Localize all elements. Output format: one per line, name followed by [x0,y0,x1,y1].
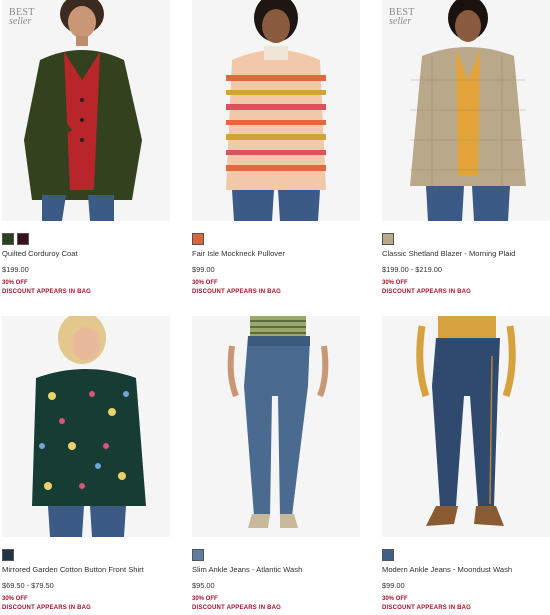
color-swatch[interactable] [192,233,204,245]
product-card[interactable]: Fair Isle Mockneck Pullover $99.00 30% O… [192,0,360,295]
color-swatches [382,549,394,561]
product-image-quilted-corduroy-coat[interactable]: BEST seller [2,0,170,221]
product-price: $69.50 - $79.50 [2,581,54,590]
color-swatches [2,233,29,245]
product-price: $99.00 [382,581,405,590]
promo-label: 30% OFF [2,596,28,602]
product-name-link[interactable]: Mirrored Garden Cotton Button Front Shir… [2,565,144,574]
promo-note: DISCOUNT APPEARS IN BAG [2,289,92,295]
product-grid: BEST seller Quilted Corduroy Coat $199.0… [0,0,550,615]
promo-note: DISCOUNT APPEARS IN BAG [382,289,472,295]
product-image-slim-ankle-jeans[interactable] [192,316,360,537]
color-swatch[interactable] [2,549,14,561]
product-card[interactable]: Mirrored Garden Cotton Button Front Shir… [2,316,170,611]
product-image-modern-ankle-jeans[interactable] [382,316,550,537]
product-name-link[interactable]: Fair Isle Mockneck Pullover [192,249,285,258]
promo-note: DISCOUNT APPEARS IN BAG [192,289,282,295]
promo-note: DISCOUNT APPEARS IN BAG [2,605,92,611]
product-name-link[interactable]: Classic Shetland Blazer - Morning Plaid [382,249,515,258]
product-image-mirrored-garden-shirt[interactable] [2,316,170,537]
product-card[interactable]: Modern Ankle Jeans - Moondust Wash $99.0… [382,316,550,611]
product-price: $99.00 [192,265,215,274]
color-swatch[interactable] [17,233,29,245]
product-name-link[interactable]: Modern Ankle Jeans - Moondust Wash [382,565,512,574]
best-seller-badge: BEST seller [9,7,35,27]
color-swatch[interactable] [382,233,394,245]
product-image-classic-shetland-blazer[interactable]: BEST seller [382,0,550,221]
color-swatches [192,549,204,561]
product-card[interactable]: BEST seller Quilted Corduroy Coat $199.0… [2,0,170,295]
color-swatches [382,233,394,245]
promo-note: DISCOUNT APPEARS IN BAG [192,605,282,611]
promo-label: 30% OFF [382,596,408,602]
color-swatch[interactable] [192,549,204,561]
best-seller-badge: BEST seller [389,7,415,27]
promo-label: 30% OFF [192,280,218,286]
promo-label: 30% OFF [192,596,218,602]
color-swatches [2,549,14,561]
color-swatch[interactable] [382,549,394,561]
product-card[interactable]: Slim Ankle Jeans - Atlantic Wash $95.00 … [192,316,360,611]
promo-label: 30% OFF [2,280,28,286]
product-price: $95.00 [192,581,215,590]
product-name-link[interactable]: Slim Ankle Jeans - Atlantic Wash [192,565,302,574]
color-swatch[interactable] [2,233,14,245]
product-name-link[interactable]: Quilted Corduroy Coat [2,249,78,258]
product-price: $199.00 [2,265,29,274]
product-price: $199.00 - $219.00 [382,265,442,274]
color-swatches [192,233,204,245]
product-image-fair-isle-mockneck-pullover[interactable] [192,0,360,221]
product-card[interactable]: BEST seller Classic Shetland Blazer - Mo… [382,0,550,295]
promo-note: DISCOUNT APPEARS IN BAG [382,605,472,611]
promo-label: 30% OFF [382,280,408,286]
